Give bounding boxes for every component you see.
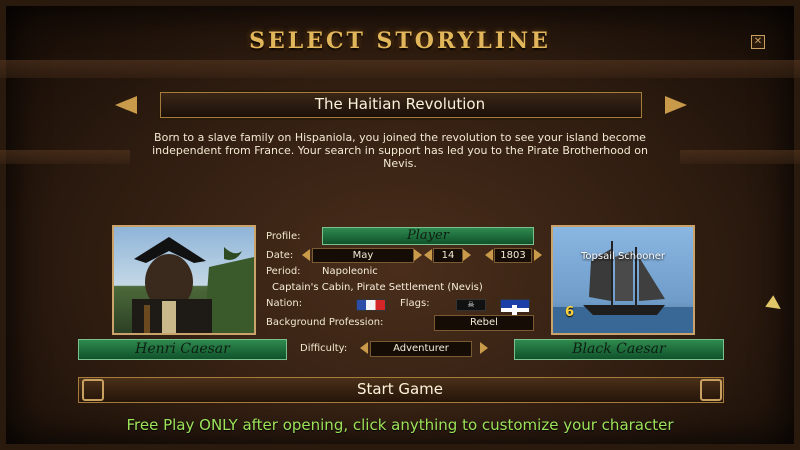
character-portrait[interactable] [112, 225, 256, 335]
next-storyline-arrow[interactable] [665, 96, 687, 114]
pirate-flag-icon[interactable]: ☠ [456, 299, 486, 311]
close-icon: ✕ [753, 36, 763, 47]
year-next-arrow[interactable] [534, 249, 542, 261]
nation-label: Nation: [266, 298, 303, 309]
storyline-description: Born to a slave family on Hispaniola, yo… [152, 131, 648, 170]
ship-portrait[interactable]: Topsail Schooner 6 [551, 225, 695, 335]
month-field[interactable]: May [312, 248, 414, 263]
difficulty-field[interactable]: Adventurer [370, 341, 472, 357]
ship-class-number: 6 [565, 305, 575, 320]
year-prev-arrow[interactable] [485, 249, 493, 261]
month-prev-arrow[interactable] [302, 249, 310, 261]
month-next-arrow[interactable] [414, 249, 422, 261]
start-game-label: Start Game [356, 380, 444, 398]
ship-type-label: Topsail Schooner [581, 251, 665, 262]
cross-flag-icon [501, 305, 529, 315]
close-button[interactable]: ✕ [751, 35, 765, 49]
date-label: Date: [266, 250, 294, 261]
difficulty-prev-arrow[interactable] [360, 342, 368, 354]
storyline-title: The Haitian Revolution [314, 95, 486, 113]
start-location: Captain's Cabin, Pirate Settlement (Nevi… [272, 282, 483, 293]
day-next-arrow[interactable] [463, 249, 471, 261]
ship-name-field[interactable]: Black Caesar [514, 339, 724, 360]
period-value: Napoleonic [322, 266, 378, 277]
background-beam [0, 150, 130, 164]
difficulty-next-arrow[interactable] [480, 342, 488, 354]
background-profession-label: Background Profession: [266, 317, 384, 328]
screen-title: SELECT STORYLINE [249, 28, 551, 54]
period-label: Period: [266, 266, 301, 277]
profile-label: Profile: [266, 231, 301, 242]
day-field[interactable]: 14 [433, 248, 463, 263]
background-beam [0, 60, 800, 78]
difficulty-label: Difficulty: [300, 343, 348, 354]
character-portrait-image [132, 237, 254, 333]
nation-flag-icon[interactable] [356, 299, 386, 311]
profile-name-field[interactable]: Player [322, 227, 534, 245]
background-beam [680, 150, 800, 164]
personal-flag-icon[interactable] [500, 299, 530, 315]
day-prev-arrow[interactable] [424, 249, 432, 261]
character-name-field[interactable]: Henri Caesar [78, 339, 287, 360]
background-profession-field[interactable]: Rebel [434, 315, 534, 331]
flags-label: Flags: [400, 298, 430, 309]
prev-storyline-arrow[interactable] [115, 96, 137, 114]
footer-hint: Free Play ONLY after opening, click anyt… [126, 416, 674, 434]
year-field[interactable]: 1803 [494, 248, 532, 263]
